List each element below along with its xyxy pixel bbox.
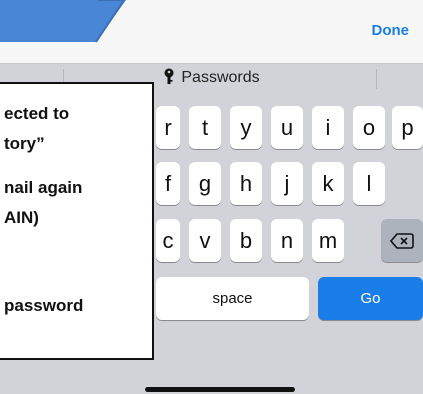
callout-line-3: nail again [4,178,83,197]
key-p[interactable]: p [392,106,423,149]
callout-line-5: password [4,296,84,315]
home-indicator [145,387,295,392]
space-key[interactable]: space [156,277,309,320]
passwords-label: Passwords [181,69,260,86]
key-icon [164,68,174,84]
callout-line-2: tory” [4,134,45,153]
key-n[interactable]: n [271,219,303,262]
callout-line-1: ected to [4,104,70,123]
key-r[interactable]: r [156,106,180,149]
key-c[interactable]: c [156,219,180,262]
key-l[interactable]: l [353,162,385,205]
key-k[interactable]: k [312,162,344,205]
key-g[interactable]: g [189,162,221,205]
key-v[interactable]: v [189,219,221,262]
key-y[interactable]: y [230,106,262,149]
done-button[interactable]: Done [372,22,410,39]
go-key[interactable]: Go [318,277,423,320]
callout-arrow-shape [0,0,126,43]
delete-key[interactable] [381,219,423,262]
key-t[interactable]: t [189,106,221,149]
key-b[interactable]: b [230,219,262,262]
key-i[interactable]: i [312,106,344,149]
key-m[interactable]: m [312,219,344,262]
key-u[interactable]: u [271,106,303,149]
backspace-icon [390,232,414,249]
callout-line-4: AIN) [4,208,39,227]
key-o[interactable]: o [353,106,385,149]
key-f[interactable]: f [156,162,180,205]
key-h[interactable]: h [230,162,262,205]
instruction-callout: ected to tory” nail again AIN) password [0,82,154,360]
key-j[interactable]: j [271,162,303,205]
